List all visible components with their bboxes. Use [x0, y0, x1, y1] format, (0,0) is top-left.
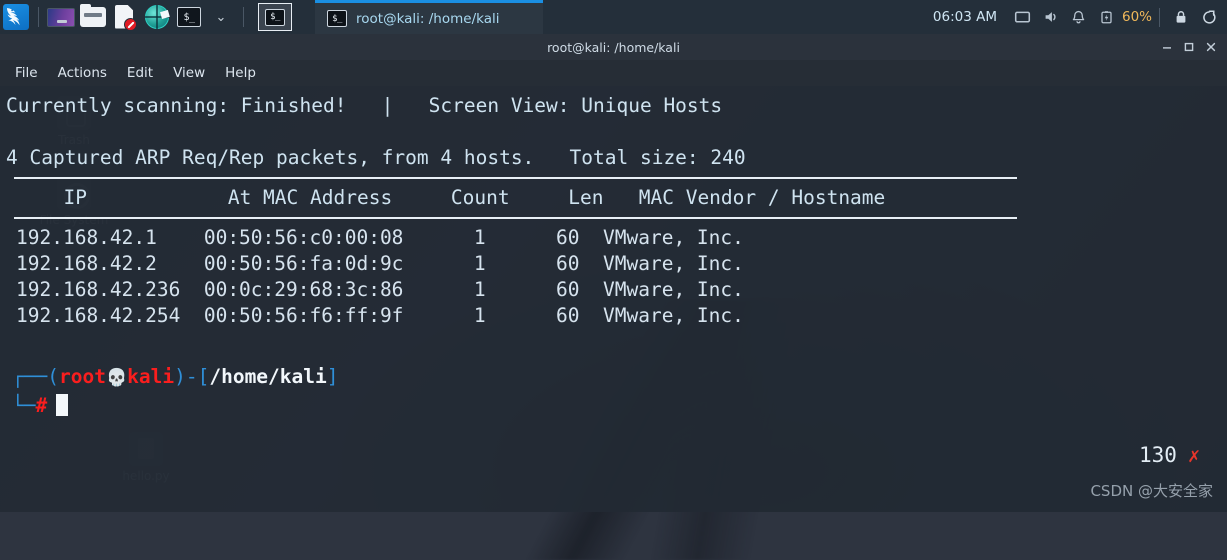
prompt-corner-top: ┌── — [12, 365, 47, 388]
scan-status-line: Currently scanning: Finished! | Screen V… — [6, 93, 1227, 119]
table-header-row: IP At MAC Address Count Len MAC Vendor /… — [6, 185, 1227, 211]
minimize-button[interactable] — [1156, 36, 1178, 58]
terminal-launcher-button[interactable]: $_ — [174, 2, 204, 32]
battery-icon[interactable] — [1093, 0, 1121, 34]
exit-status-code: 130 — [1139, 442, 1177, 468]
table-rule-top — [14, 177, 1017, 179]
power-icon[interactable] — [1195, 0, 1223, 34]
exit-status-cross-icon: ✗ — [1188, 442, 1200, 468]
prompt-user: root — [59, 365, 106, 388]
terminal-window: root@kali: /home/kali File Actions Edit … — [0, 34, 1227, 512]
menu-file[interactable]: File — [6, 62, 47, 84]
window-controls — [1156, 36, 1227, 58]
hosts-table: 192.168.42.1 00:50:56:c0:00:08 1 60 VMwa… — [6, 225, 1227, 329]
prompt-dash: - — [186, 365, 198, 388]
globe-icon — [145, 5, 169, 29]
more-launchers-button[interactable]: ⌄ — [206, 2, 236, 32]
system-tray: 06:03 AM 60% — [933, 0, 1227, 34]
blank-line-1 — [6, 119, 1227, 145]
prompt-path: /home/kali — [209, 365, 326, 388]
prompt-host: kali — [127, 365, 174, 388]
panel-separator-2 — [243, 7, 244, 27]
pointer-icon — [160, 10, 170, 19]
folder-icon — [80, 7, 106, 27]
capture-summary-line: 4 Captured ARP Req/Rep packets, from 4 h… — [6, 145, 1227, 171]
maximize-button[interactable] — [1178, 36, 1200, 58]
notification-bell-icon[interactable] — [1065, 0, 1093, 34]
menu-actions[interactable]: Actions — [49, 62, 116, 84]
prompt-bracket-close: ] — [327, 365, 339, 388]
terminal-icon: $_ — [177, 7, 201, 27]
menu-edit[interactable]: Edit — [118, 62, 162, 84]
text-cursor — [56, 394, 68, 416]
file-manager-button[interactable] — [78, 2, 108, 32]
menubar: File Actions Edit View Help — [0, 60, 1227, 86]
table-row: 192.168.42.2 00:50:56:fa:0d:9c 1 60 VMwa… — [6, 251, 1227, 277]
prompt-bracket-open: [ — [198, 365, 210, 388]
terminal-body[interactable]: Currently scanning: Finished! | Screen V… — [0, 86, 1227, 512]
taskbar-window-label: root@kali: /home/kali — [356, 11, 499, 27]
menu-view[interactable]: View — [164, 62, 214, 84]
top-panel: $_ ⌄ $_ $_ root@kali: /home/kali 06:03 A… — [0, 0, 1227, 34]
exit-status-indicator: 130 ✗ — [1139, 442, 1200, 468]
shell-prompt: ┌──(root💀kali)-[/home/kali] └─# — [6, 363, 1227, 419]
volume-icon[interactable] — [1037, 0, 1065, 34]
web-browser-button[interactable] — [142, 2, 172, 32]
window-titlebar[interactable]: root@kali: /home/kali — [0, 34, 1227, 60]
table-row: 192.168.42.1 00:50:56:c0:00:08 1 60 VMwa… — [6, 225, 1227, 251]
workspace-switcher-button[interactable] — [46, 2, 76, 32]
prompt-corner-bottom: └─ — [12, 394, 35, 417]
display-icon[interactable] — [1009, 0, 1037, 34]
prompt-paren-open: ( — [47, 365, 59, 388]
taskbar-window-button[interactable]: $_ root@kali: /home/kali — [315, 0, 543, 34]
prompt-line-bottom: └─# — [12, 392, 1227, 419]
menu-help[interactable]: Help — [216, 62, 265, 84]
tray-separator — [1159, 8, 1160, 27]
table-row: 192.168.42.254 00:50:56:f6:ff:9f 1 60 VM… — [6, 303, 1227, 329]
close-button[interactable] — [1200, 36, 1222, 58]
panel-launchers: $_ ⌄ $_ — [0, 0, 293, 34]
table-row: 192.168.42.236 00:0c:29:68:3c:86 1 60 VM… — [6, 277, 1227, 303]
battery-percent: 60% — [1122, 9, 1152, 25]
prompt-line-top: ┌──(root💀kali)-[/home/kali] — [12, 363, 1227, 392]
document-icon — [114, 5, 136, 30]
watermark: CSDN @大安全家 — [1090, 478, 1213, 504]
chevron-down-icon: ⌄ — [216, 11, 227, 24]
text-editor-button[interactable] — [110, 2, 140, 32]
table-rule-bottom — [14, 217, 1017, 219]
prompt-hash: # — [35, 394, 47, 417]
clock[interactable]: 06:03 AM — [933, 9, 997, 25]
kali-menu-button[interactable] — [1, 2, 31, 32]
panel-separator-1 — [38, 7, 39, 27]
terminal-icon-active: $_ — [265, 9, 285, 26]
active-window-launcher[interactable]: $_ — [258, 3, 292, 31]
prompt-paren-close: ) — [174, 365, 186, 388]
workspace-switcher-icon — [47, 8, 75, 27]
skull-icon: 💀 — [106, 368, 127, 388]
kali-dragon-icon — [3, 4, 29, 30]
window-title: root@kali: /home/kali — [0, 40, 1227, 55]
lock-icon[interactable] — [1167, 0, 1195, 34]
taskbar-terminal-icon: $_ — [327, 10, 347, 27]
